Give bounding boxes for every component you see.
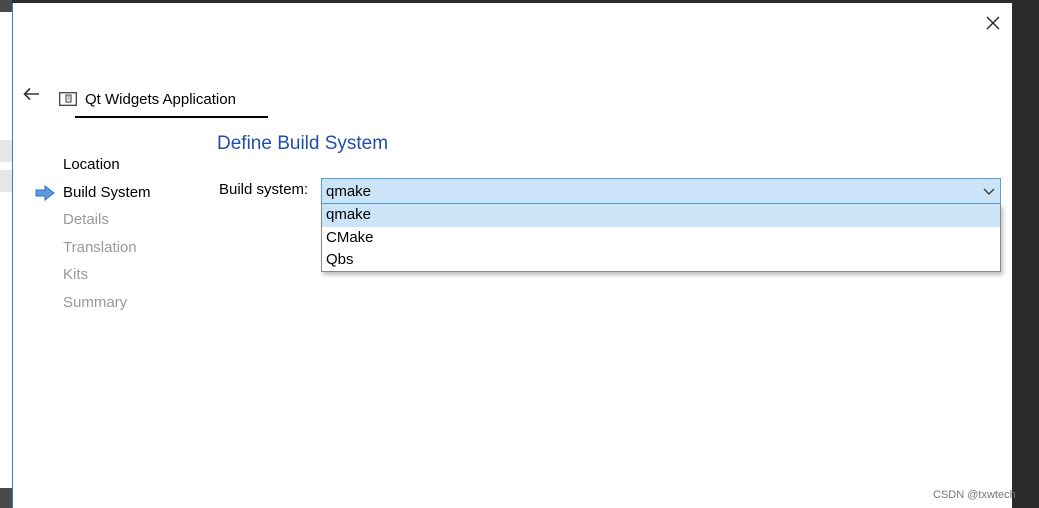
- chevron-down-icon: [983, 188, 995, 195]
- desktop-background: [0, 0, 12, 508]
- back-button[interactable]: [21, 83, 43, 105]
- step-label: Kits: [63, 266, 89, 284]
- watermark: CSDN @txwtech: [933, 489, 1016, 501]
- combobox-value: qmake: [326, 183, 372, 200]
- build-system-label: Build system:: [219, 181, 309, 198]
- step-translation: Translation: [33, 234, 151, 262]
- wizard-header: Qt Widgets Application: [59, 85, 236, 113]
- step-label: Location: [63, 156, 120, 173]
- wizard-steps: Location Build System Details Translatio…: [33, 151, 151, 317]
- step-details: Details: [33, 206, 151, 234]
- step-location: Location: [33, 151, 151, 179]
- page-title: Define Build System: [217, 133, 389, 154]
- close-button[interactable]: [979, 11, 1007, 35]
- step-label: Summary: [63, 293, 128, 311]
- header-underline: [75, 116, 268, 118]
- step-build-system: Build System: [33, 179, 151, 207]
- option-qmake[interactable]: qmake: [322, 204, 1000, 227]
- desktop-background-right: [1012, 0, 1039, 508]
- qt-project-icon: [59, 92, 77, 106]
- step-label: Details: [63, 211, 109, 229]
- option-cmake[interactable]: CMake: [322, 227, 1000, 250]
- step-kits: Kits: [33, 261, 151, 289]
- new-project-wizard-dialog: Qt Widgets Application Location Build Sy…: [12, 3, 1016, 508]
- close-icon: [986, 16, 1000, 30]
- step-summary: Summary: [33, 289, 151, 317]
- current-step-arrow-icon: [35, 184, 55, 201]
- build-system-combobox[interactable]: qmake: [321, 178, 1001, 204]
- wizard-title: Qt Widgets Application: [85, 90, 236, 108]
- back-arrow-icon: [23, 87, 39, 101]
- option-qbs[interactable]: Qbs: [322, 249, 1000, 272]
- step-label: Build System: [63, 183, 151, 201]
- step-label: Translation: [63, 238, 137, 256]
- build-system-dropdown-list: qmake CMake Qbs: [321, 204, 1001, 272]
